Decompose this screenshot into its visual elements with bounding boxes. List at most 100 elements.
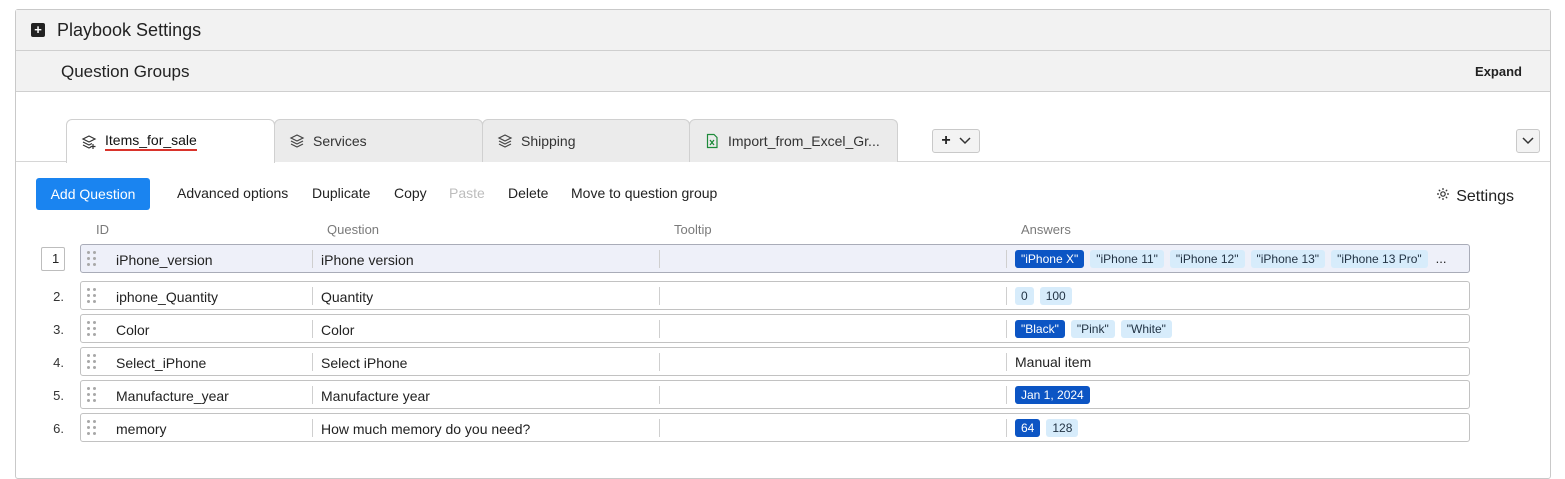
answer-text: Manual item [1015,353,1092,370]
duplicate-button[interactable]: Duplicate [312,185,370,201]
answer-chip: "Pink" [1070,319,1115,338]
layers-edit-icon [81,134,97,150]
column-header-answers: Answers [1021,222,1071,237]
question-id[interactable]: Select_iPhone [116,355,306,371]
column-separator [1006,386,1007,404]
column-header-tooltip: Tooltip [674,222,712,237]
table-row[interactable]: Color Color "Black" "Pink" "White" [80,314,1470,343]
layers-icon [497,133,513,149]
column-separator [659,287,660,305]
column-separator [312,386,313,404]
answer-chip: "White" [1120,319,1172,338]
column-separator [659,320,660,338]
question-text[interactable]: Quantity [321,289,651,305]
drag-handle-icon[interactable] [87,354,97,370]
column-separator [312,353,313,371]
tab-import-from-excel[interactable]: Import_from_Excel_Gr... [689,119,898,162]
column-separator [312,287,313,305]
answer-chip: Jan 1, 2024 [1015,385,1090,404]
question-id[interactable]: iphone_Quantity [116,289,306,305]
copy-button[interactable]: Copy [394,185,427,201]
add-tab-button[interactable]: + [932,129,980,153]
tab-label: Import_from_Excel_Gr... [728,133,880,149]
drag-handle-icon[interactable] [87,321,97,337]
chevron-down-icon [1522,132,1534,150]
column-separator [312,250,313,268]
tab-label: Services [313,133,367,149]
move-to-question-group-button[interactable]: Move to question group [571,185,717,201]
table-row[interactable]: iPhone_version iPhone version "iPhone X"… [80,244,1470,273]
paste-button[interactable]: Paste [449,185,485,201]
question-toolbar: Add Question Advanced options Duplicate … [16,178,1550,210]
row-number-input[interactable]: 1 [41,247,65,271]
row-number: 3. [53,322,64,337]
table-row[interactable]: Select_iPhone Select iPhone Manual item [80,347,1470,376]
expand-plus-icon[interactable]: + [31,23,45,37]
column-separator [1006,320,1007,338]
table-row[interactable]: memory How much memory do you need? 64 1… [80,413,1470,442]
answers-cell[interactable]: Jan 1, 2024 [1015,381,1090,408]
question-text[interactable]: Select iPhone [321,355,651,371]
row-number: 5. [53,388,64,403]
answer-chip: 128 [1046,418,1079,437]
plus-icon: + [941,132,951,149]
drag-handle-icon[interactable] [87,420,97,436]
row-number: 2. [53,289,64,304]
answer-chip: 100 [1039,286,1072,305]
column-separator [1006,419,1007,437]
excel-file-icon [704,133,720,149]
tabs-overflow-dropdown[interactable] [1516,129,1540,153]
column-separator [659,250,660,268]
gear-icon [1436,187,1450,206]
answers-cell[interactable]: 64 128 [1015,414,1079,441]
answer-chip: 0 [1015,286,1034,305]
playbook-settings-panel: + Playbook Settings Question Groups Expa… [15,9,1551,479]
question-text[interactable]: iPhone version [321,252,651,268]
tab-shipping[interactable]: Shipping [482,119,690,162]
question-id[interactable]: iPhone_version [116,252,306,268]
answers-cell[interactable]: "iPhone X" "iPhone 11" "iPhone 12" "iPho… [1015,245,1447,272]
row-number: 6. [53,421,64,436]
expand-button[interactable]: Expand [1475,64,1522,79]
question-id[interactable]: Manufacture_year [116,388,306,404]
tab-items-for-sale[interactable]: Items_for_sale [66,119,275,163]
table-row[interactable]: iphone_Quantity Quantity 0 100 [80,281,1470,310]
drag-handle-icon[interactable] [87,288,97,304]
settings-label: Settings [1456,187,1514,205]
answers-cell[interactable]: Manual item [1015,348,1091,375]
question-id[interactable]: Color [116,322,306,338]
answers-cell[interactable]: "Black" "Pink" "White" [1015,315,1172,342]
advanced-options-button[interactable]: Advanced options [177,185,288,201]
tab-label: Items_for_sale [105,132,197,151]
question-group-tabs: Items_for_sale Services Shipping Import_… [16,92,1550,163]
column-separator [659,353,660,371]
drag-handle-icon[interactable] [87,251,97,267]
table-row[interactable]: Manufacture_year Manufacture year Jan 1,… [80,380,1470,409]
question-text[interactable]: How much memory do you need? [321,421,651,437]
column-separator [659,386,660,404]
playbook-settings-header[interactable]: + Playbook Settings [16,10,1550,51]
question-id[interactable]: memory [116,421,306,437]
add-question-button[interactable]: Add Question [36,178,150,210]
tab-label: Shipping [521,133,576,149]
answer-chip: "iPhone 11" [1090,249,1164,268]
panel-title: Playbook Settings [57,20,202,40]
column-separator [312,419,313,437]
more-answers-indicator: ... [1435,251,1447,266]
column-separator [659,419,660,437]
drag-handle-icon[interactable] [87,387,97,403]
question-groups-title: Question Groups [61,62,190,81]
column-header-id: ID [96,222,109,237]
tab-services[interactable]: Services [274,119,483,162]
chevron-down-icon [959,132,971,150]
column-header-question: Question [327,222,380,237]
question-text[interactable]: Manufacture year [321,388,651,404]
delete-button[interactable]: Delete [508,185,548,201]
row-number: 4. [53,355,64,370]
column-separator [1006,287,1007,305]
settings-button[interactable]: Settings [1436,187,1514,206]
answers-cell[interactable]: 0 100 [1015,282,1072,309]
question-text[interactable]: Color [321,322,651,338]
answer-chip: "iPhone 13 Pro" [1331,249,1428,268]
answer-chip: 64 [1015,418,1041,437]
